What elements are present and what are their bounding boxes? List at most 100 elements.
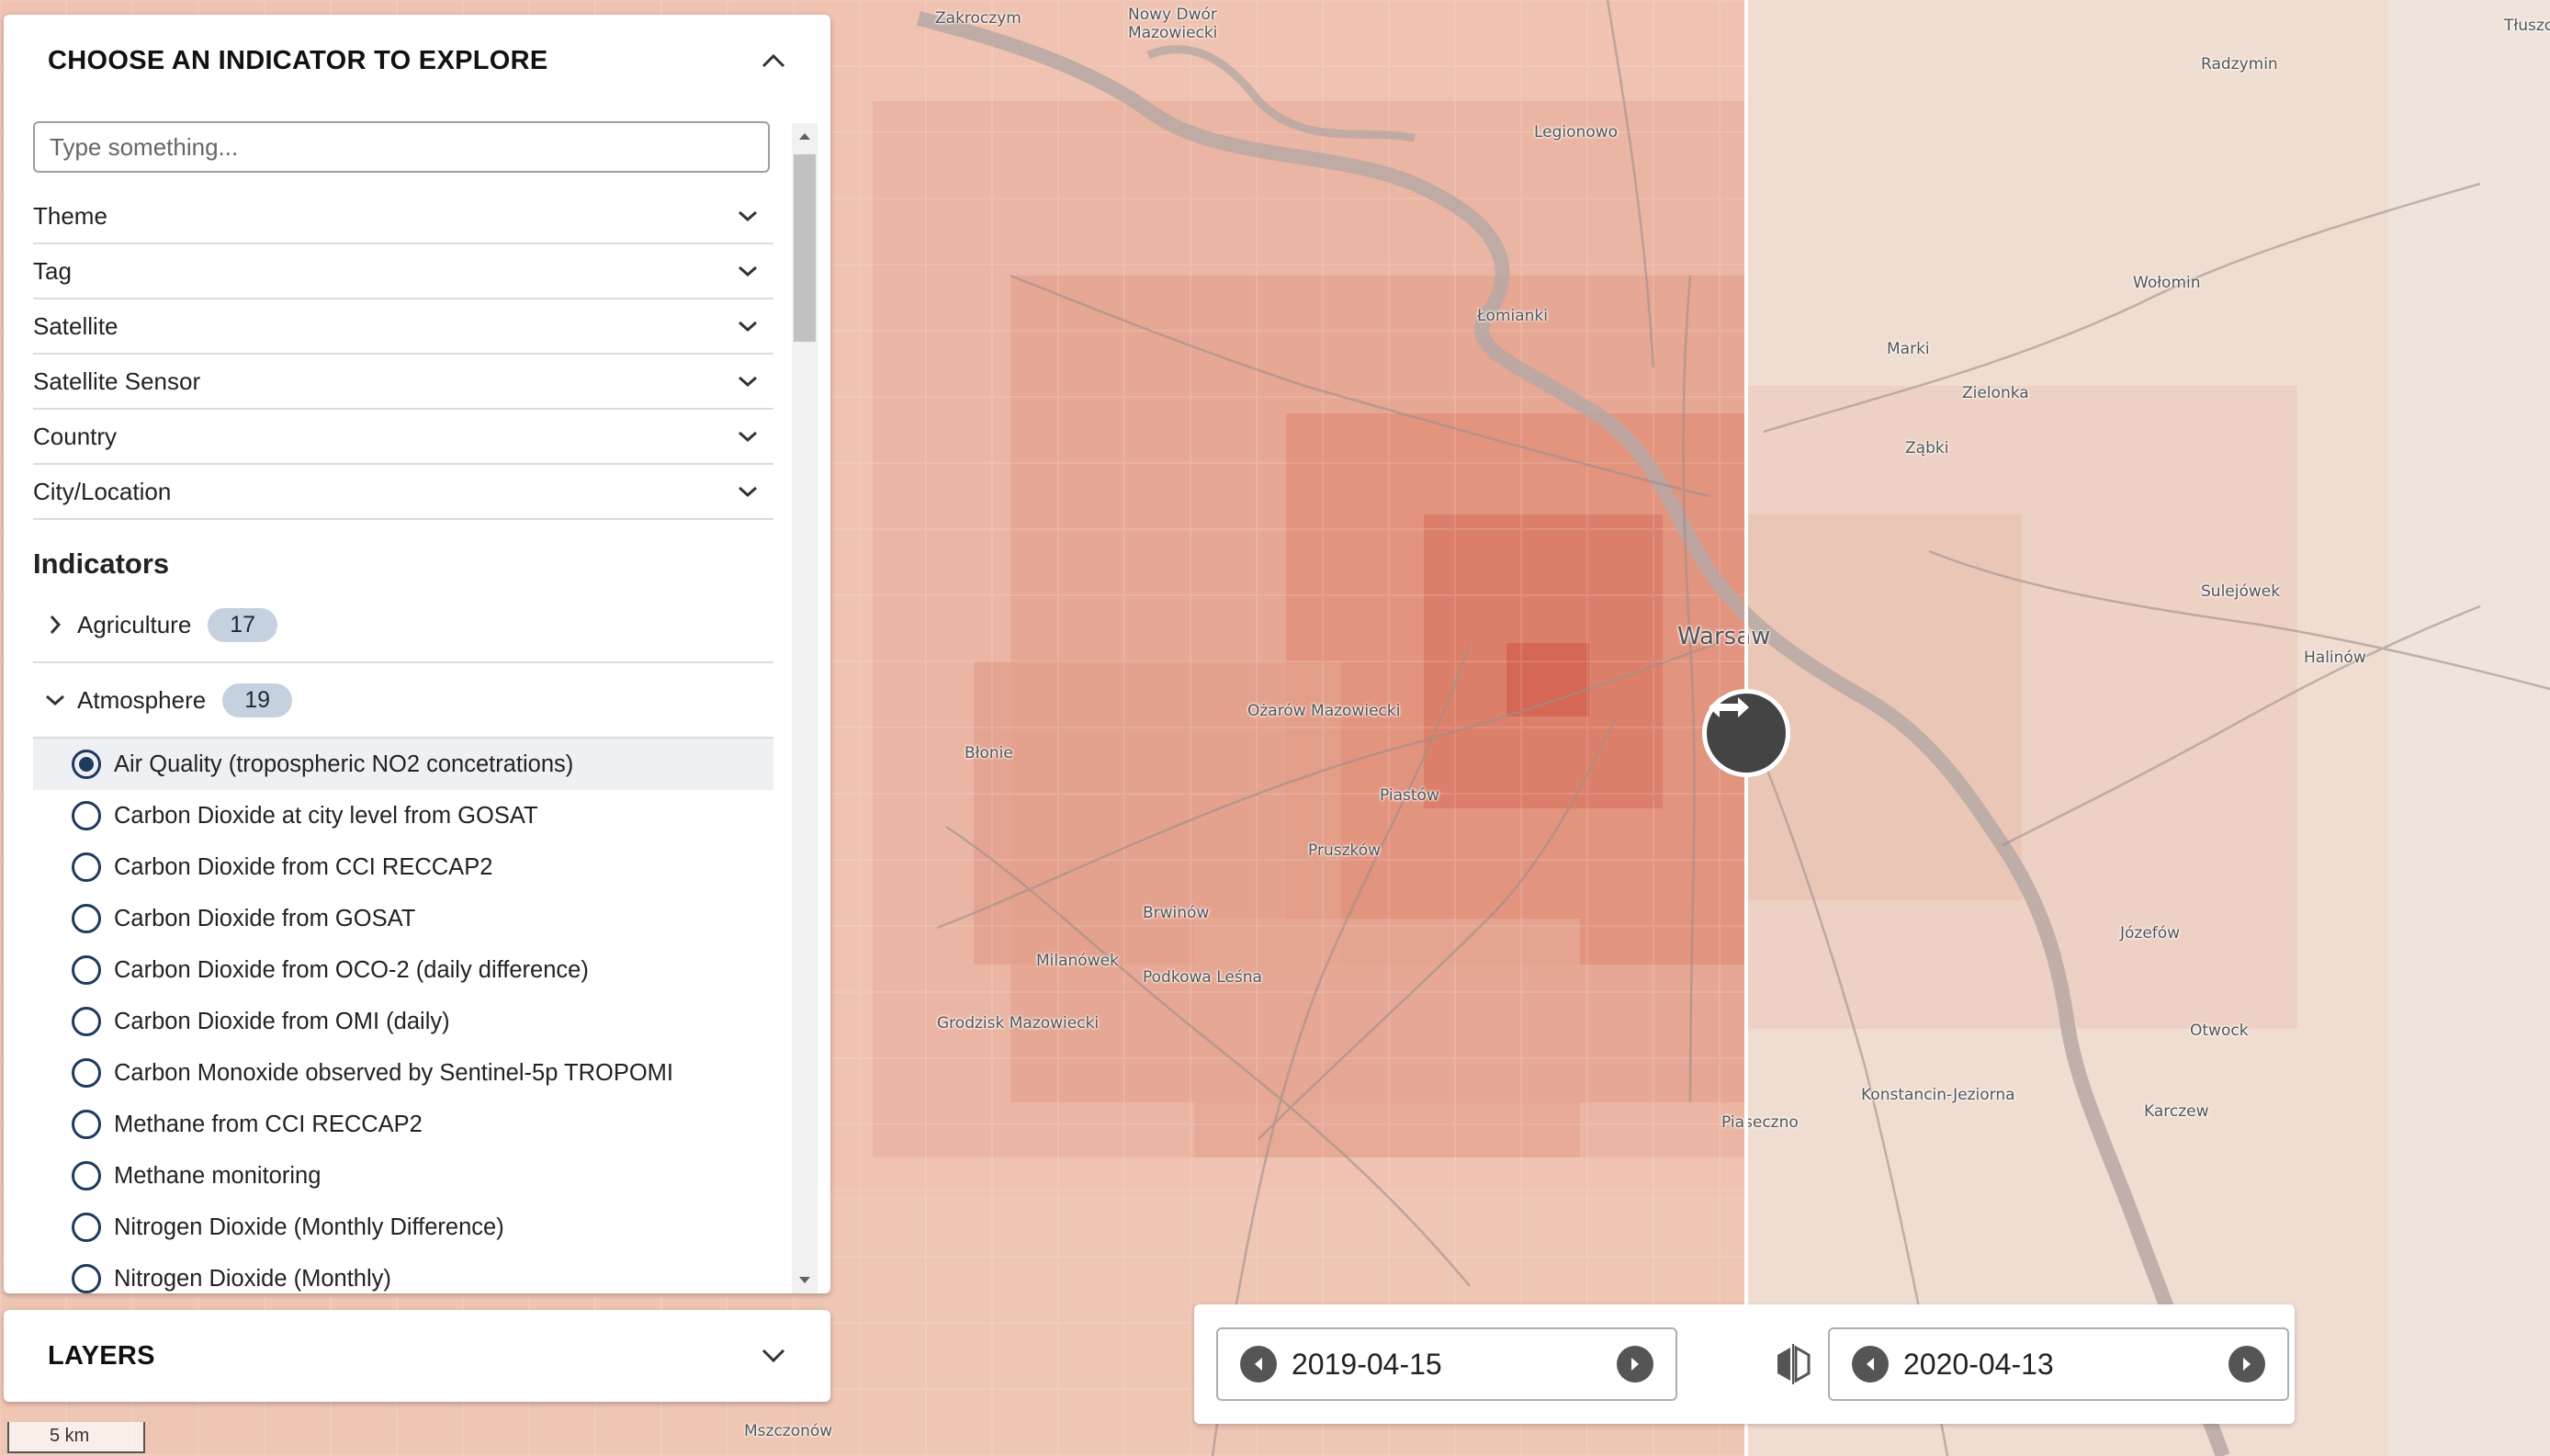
scroll-down-arrow-icon[interactable] xyxy=(792,1268,818,1293)
radio-unselected-icon[interactable] xyxy=(72,852,101,882)
map-place-label: Błonie xyxy=(965,744,1013,762)
left-date-selector[interactable]: 2019-04-15 xyxy=(1216,1327,1677,1401)
map-place-label: Józefów xyxy=(2120,924,2181,942)
map-scale-bar: 5 km xyxy=(7,1422,145,1453)
left-date-value: 2019-04-15 xyxy=(1292,1347,1442,1381)
filter-tag[interactable]: Tag xyxy=(33,244,773,299)
chevron-down-icon xyxy=(46,694,64,706)
radio-unselected-icon[interactable] xyxy=(72,1161,101,1191)
map-place-label: Pruszków xyxy=(1308,841,1382,860)
indicator-option[interactable]: Nitrogen Dioxide (Monthly) xyxy=(33,1253,773,1293)
indicator-option[interactable]: Air Quality (tropospheric NO2 concetrati… xyxy=(33,739,773,790)
map-place-label: Legionowo xyxy=(1534,123,1619,141)
radio-unselected-icon[interactable] xyxy=(72,801,101,830)
indicator-option[interactable]: Carbon Dioxide from OCO-2 (daily differe… xyxy=(33,944,773,996)
scrollbar-thumb[interactable] xyxy=(794,154,816,342)
radio-unselected-icon[interactable] xyxy=(72,955,101,985)
map-place-label: Ząbki xyxy=(1905,439,1949,457)
map-place-label: Piaseczno xyxy=(1721,1113,1799,1132)
filter-label: Satellite Sensor xyxy=(33,367,201,395)
map-place-label: Warsaw xyxy=(1677,623,1771,650)
group-label: Atmosphere xyxy=(77,685,207,714)
map-place-label: Zielonka xyxy=(1962,384,2029,402)
map-place-label: Milanówek xyxy=(1036,952,1119,970)
indicator-panel-header[interactable]: CHOOSE AN INDICATOR TO EXPLORE xyxy=(4,15,830,107)
group-count-badge: 19 xyxy=(222,683,292,717)
chevron-down-icon xyxy=(739,376,757,388)
group-atmosphere[interactable]: Atmosphere 19 xyxy=(33,663,773,739)
date-compare-bar: 2019-04-15 2020-04-13 xyxy=(1194,1304,2295,1424)
filter-label: Tag xyxy=(33,256,72,285)
swap-compare-button[interactable] xyxy=(1772,1343,1814,1385)
group-agriculture[interactable]: Agriculture 17 xyxy=(33,588,773,663)
atmosphere-indicator-list: Air Quality (tropospheric NO2 concetrati… xyxy=(33,739,773,1293)
indicator-panel-content: Theme Tag Satellite Satellite Sensor Country… xyxy=(33,107,773,1293)
indicator-option[interactable]: Carbon Dioxide from OMI (daily) xyxy=(33,996,773,1047)
radio-unselected-icon[interactable] xyxy=(72,904,101,933)
map-place-label: Halinów xyxy=(2304,649,2366,667)
filter-country[interactable]: Country xyxy=(33,410,773,465)
map-place-label: Nowy Dwór xyxy=(1128,6,1217,24)
layers-panel[interactable]: LAYERS xyxy=(4,1310,830,1402)
compare-swipe-handle[interactable] xyxy=(1702,689,1790,777)
group-label: Agriculture xyxy=(77,610,192,638)
chevron-down-icon[interactable] xyxy=(761,1348,786,1364)
filter-label: Theme xyxy=(33,201,107,230)
previous-date-left-button[interactable] xyxy=(1240,1346,1277,1383)
radio-selected-icon[interactable] xyxy=(72,750,101,779)
next-date-right-button[interactable] xyxy=(2228,1346,2265,1383)
filter-satellite[interactable]: Satellite xyxy=(33,299,773,355)
compare-swap-icon xyxy=(1777,1344,1811,1384)
indicator-option-label: Air Quality (tropospheric NO2 concetrati… xyxy=(114,751,574,777)
scale-label: 5 km xyxy=(50,1426,90,1446)
filter-city-location[interactable]: City/Location xyxy=(33,465,773,520)
scroll-up-arrow-icon[interactable] xyxy=(792,123,818,149)
chevron-down-icon xyxy=(739,431,757,443)
indicator-scrollbar[interactable] xyxy=(792,123,818,1293)
map-place-label: Otwock xyxy=(2190,1021,2249,1040)
indicator-groups: Agriculture 17 Atmosphere 19 Air Quality… xyxy=(33,588,773,1293)
indicator-option[interactable]: Methane from CCI RECCAP2 xyxy=(33,1099,773,1150)
indicator-option[interactable]: Nitrogen Dioxide (Monthly Difference) xyxy=(33,1202,773,1253)
right-date-value: 2020-04-13 xyxy=(1903,1347,2054,1381)
indicator-option-label: Nitrogen Dioxide (Monthly Difference) xyxy=(114,1213,504,1240)
right-date-selector[interactable]: 2020-04-13 xyxy=(1828,1327,2289,1401)
indicator-panel: CHOOSE AN INDICATOR TO EXPLORE Theme Tag S… xyxy=(4,15,830,1293)
map-place-label: Zakroczym xyxy=(935,9,1021,28)
indicator-option-label: Nitrogen Dioxide (Monthly) xyxy=(114,1265,391,1292)
map-place-label: Brwinów xyxy=(1143,904,1210,922)
filter-list: Theme Tag Satellite Satellite Sensor Country… xyxy=(33,189,773,520)
indicator-panel-title: CHOOSE AN INDICATOR TO EXPLORE xyxy=(48,45,548,75)
indicator-option[interactable]: Carbon Dioxide at city level from GOSAT xyxy=(33,790,773,841)
chevron-down-icon xyxy=(739,210,757,222)
previous-date-right-button[interactable] xyxy=(1852,1346,1889,1383)
indicator-panel-body: Theme Tag Satellite Satellite Sensor Country… xyxy=(4,107,830,1293)
map-place-label: Marki xyxy=(1887,340,1930,358)
chevron-up-icon[interactable] xyxy=(761,52,786,69)
indicator-option[interactable]: Carbon Monoxide observed by Sentinel-5p … xyxy=(33,1047,773,1099)
indicator-option[interactable]: Methane monitoring xyxy=(33,1150,773,1202)
radio-unselected-icon[interactable] xyxy=(72,1110,101,1139)
indicator-option-label: Carbon Dioxide from OMI (daily) xyxy=(114,1008,450,1034)
indicator-option-label: Carbon Monoxide observed by Sentinel-5p … xyxy=(114,1059,673,1086)
radio-unselected-icon[interactable] xyxy=(72,1264,101,1293)
indicator-search-input[interactable] xyxy=(33,121,770,173)
next-date-left-button[interactable] xyxy=(1617,1346,1653,1383)
indicator-option[interactable]: Carbon Dioxide from CCI RECCAP2 xyxy=(33,841,773,893)
radio-unselected-icon[interactable] xyxy=(72,1213,101,1242)
indicator-option-label: Methane from CCI RECCAP2 xyxy=(114,1111,423,1137)
layers-panel-title: LAYERS xyxy=(48,1340,155,1371)
caret-left-icon xyxy=(1867,1358,1874,1371)
indicator-option[interactable]: Carbon Dioxide from GOSAT xyxy=(33,893,773,944)
map-place-label: Łomianki xyxy=(1477,307,1548,325)
map-place-label: Piastów xyxy=(1380,786,1439,805)
map-place-label: Ożarów Mazowiecki xyxy=(1247,702,1401,720)
filter-satellite-sensor[interactable]: Satellite Sensor xyxy=(33,355,773,410)
indicator-option-label: Carbon Dioxide from CCI RECCAP2 xyxy=(114,853,493,880)
chevron-down-icon xyxy=(739,486,757,498)
radio-unselected-icon[interactable] xyxy=(72,1058,101,1088)
radio-unselected-icon[interactable] xyxy=(72,1007,101,1036)
filter-theme[interactable]: Theme xyxy=(33,189,773,244)
map-place-label: Karczew xyxy=(2144,1102,2209,1121)
map-place-label: Podkowa Leśna xyxy=(1143,968,1262,987)
